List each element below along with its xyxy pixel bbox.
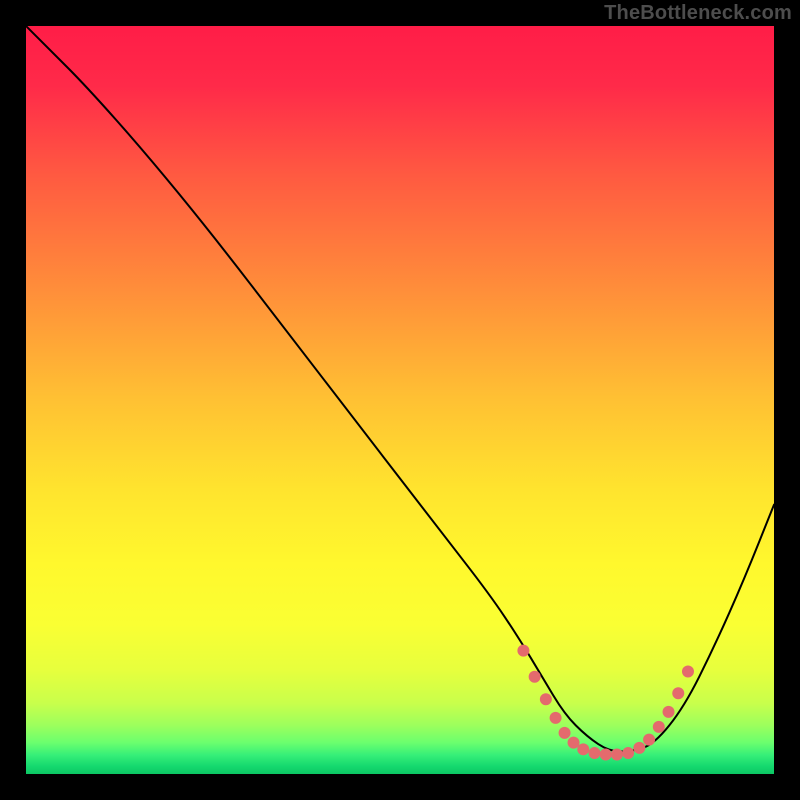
marker-dot: [633, 742, 645, 754]
marker-dot: [682, 666, 694, 678]
marker-dot: [643, 734, 655, 746]
marker-dot: [577, 743, 589, 755]
marker-dot: [559, 727, 571, 739]
marker-dot: [529, 671, 541, 683]
marker-dot: [611, 749, 623, 761]
bottleneck-chart: [26, 26, 774, 774]
watermark-text: TheBottleneck.com: [604, 2, 792, 25]
chart-canvas: [26, 26, 774, 774]
marker-dot: [600, 749, 612, 761]
marker-dot: [672, 687, 684, 699]
marker-dot: [663, 706, 675, 718]
marker-dot: [588, 747, 600, 759]
marker-dot: [517, 645, 529, 657]
marker-dot: [540, 693, 552, 705]
marker-dot: [550, 712, 562, 724]
marker-dot: [568, 737, 580, 749]
marker-dot: [622, 747, 634, 759]
chart-background: [26, 26, 774, 774]
marker-dot: [653, 721, 665, 733]
